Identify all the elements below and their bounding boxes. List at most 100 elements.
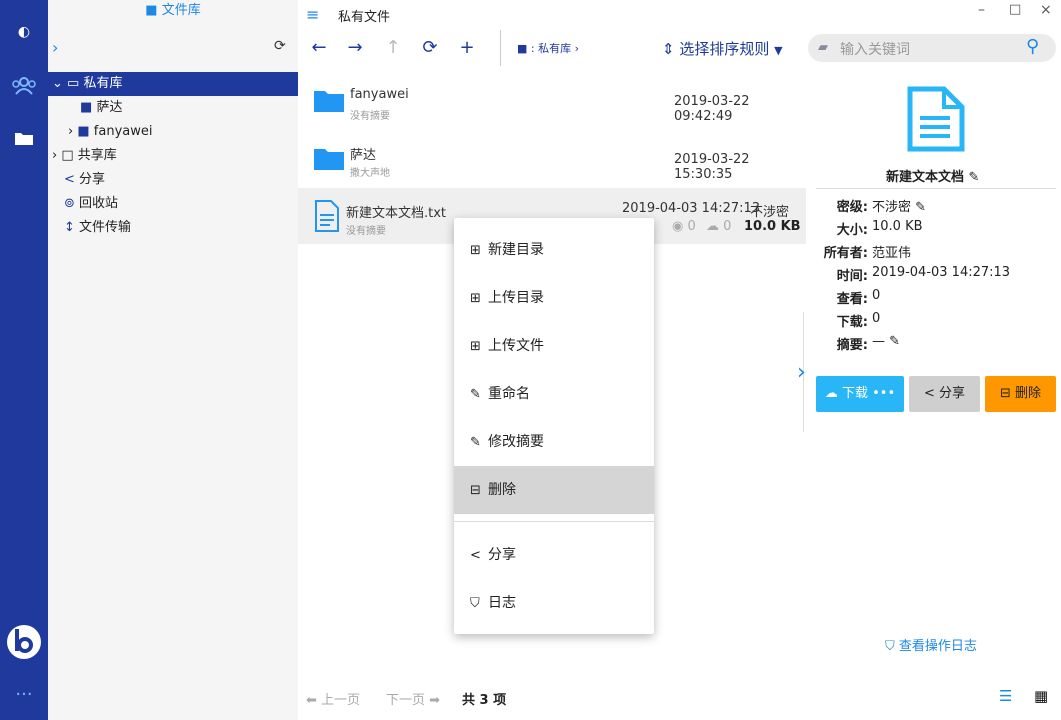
sidebar-item-file-transfer[interactable]: ↕ 文件传输: [48, 216, 298, 240]
close-icon[interactable]: ×: [1040, 2, 1052, 18]
back-arrow-icon[interactable]: ←: [309, 38, 329, 58]
menu-divider: [454, 521, 654, 522]
sidebar-item-share[interactable]: < 分享: [48, 168, 298, 192]
edit-icon: ✎: [470, 435, 481, 450]
sidebar-item-label: 私有库: [83, 76, 123, 91]
eye-icon: ◉: [672, 219, 684, 234]
edit-icon[interactable]: ✎: [915, 200, 926, 215]
total-count: 共 3 项: [462, 693, 507, 708]
list-view-icon[interactable]: ☰: [999, 687, 1012, 705]
file-row[interactable]: 萨达 撒大声地 2019-03-22 15:30:35: [298, 132, 806, 188]
upload-folder-icon: ⊞: [470, 291, 481, 306]
summary-text: —: [872, 334, 885, 349]
secret-label: 密级:: [836, 200, 868, 215]
sort-select[interactable]: ⇕ 选择排序规则 ▼: [662, 38, 783, 59]
file-date: 2019-03-22 15:30:35: [674, 152, 750, 182]
sidebar-item-fanyawei[interactable]: › ■ fanyawei: [48, 120, 298, 144]
menu-item-new-folder[interactable]: ⊞ 新建目录: [454, 226, 654, 274]
expand-icon[interactable]: ›: [52, 38, 58, 57]
file-secret-level: 不涉密: [750, 205, 790, 220]
time-label: 时间:: [836, 269, 868, 284]
menu-item-edit-summary[interactable]: ✎ 修改摘要: [454, 418, 654, 466]
downloads-count: ☁ 0: [706, 219, 731, 234]
menu-item-label: 重命名: [488, 386, 530, 402]
cloud-download-icon: ☁: [706, 219, 719, 234]
view-log-label: 查看操作日志: [898, 639, 977, 654]
sort-icon: ⇕: [662, 40, 675, 58]
prev-page-button[interactable]: ⬅ 上一页: [306, 689, 360, 708]
downloads-value: 0: [723, 219, 732, 234]
search-input[interactable]: 输入关键词: [840, 39, 910, 59]
download-button[interactable]: ☁ 下载 •••: [816, 376, 904, 412]
menu-item-upload-folder[interactable]: ⊞ 上传目录: [454, 274, 654, 322]
globe-icon[interactable]: ◐: [0, 24, 48, 40]
file-size: 10.0 KB: [744, 219, 801, 234]
more-icon: •••: [872, 386, 896, 401]
search-box[interactable]: ▰ 输入关键词 ⚲: [808, 34, 1056, 62]
owner-value: 范亚伟: [872, 246, 912, 261]
users-icon[interactable]: [0, 76, 48, 100]
edit-icon[interactable]: ✎: [889, 334, 900, 349]
more-icon[interactable]: ···: [0, 684, 48, 705]
log-icon: ⛉: [470, 596, 480, 611]
document-icon: [907, 86, 965, 152]
sidebar-item-private-library[interactable]: ⌄ ▭ 私有库: [48, 72, 298, 96]
file-name: fanyawei: [350, 87, 409, 102]
folder-plus-icon: ⊞: [470, 243, 481, 258]
sidebar: ■ 文件库 › ⟳ ⌄ ▭ 私有库 ■ 萨达 › ■ fanyawei › □ …: [48, 0, 298, 720]
chevron-right-icon: ›: [52, 148, 58, 163]
minus-square-icon: ⊟: [470, 483, 481, 498]
page-title: 私有文件: [338, 10, 391, 25]
refresh-icon[interactable]: ⟳: [420, 38, 440, 58]
views-value: 0: [687, 219, 696, 234]
file-date: 2019-04-03 14:27:13: [622, 201, 761, 216]
sidebar-item-shared-library[interactable]: › □ 共享库: [48, 144, 298, 168]
menu-icon[interactable]: ≡: [306, 5, 319, 24]
menu-item-delete[interactable]: ⊟ 删除: [454, 466, 654, 514]
view-log-link[interactable]: ⛉ 查看操作日志: [885, 635, 977, 654]
app-rail: ◐ ···: [0, 0, 48, 720]
sidebar-item-label: fanyawei: [93, 124, 153, 139]
menu-item-log[interactable]: ⛉ 日志: [454, 579, 654, 627]
sidebar-title: ■ 文件库: [48, 2, 298, 20]
book-icon: ▰: [818, 40, 828, 55]
menu-item-rename[interactable]: ✎ 重命名: [454, 370, 654, 418]
maximize-icon[interactable]: □: [1009, 2, 1021, 17]
toolbar-divider: [500, 30, 501, 66]
size-value: 10.0 KB: [872, 219, 923, 234]
menu-item-share[interactable]: < 分享: [454, 531, 654, 579]
refresh-icon[interactable]: ⟳: [274, 38, 286, 54]
share-button[interactable]: < 分享: [909, 376, 980, 412]
size-label: 大小:: [836, 223, 868, 238]
sidebar-item-sada[interactable]: ■ 萨达: [48, 96, 298, 120]
menu-item-upload-file[interactable]: ⊞ 上传文件: [454, 322, 654, 370]
sidebar-item-recycle-bin[interactable]: ⊚ 回收站: [48, 192, 298, 216]
downloads-value: 0: [872, 311, 881, 326]
folder-open-icon: ▭: [67, 76, 80, 91]
chevron-down-icon: ⌄: [52, 76, 63, 91]
trash-icon: ⊚: [64, 196, 75, 211]
folder-icon: [314, 91, 344, 112]
detail-file-name: 新建文本文档 ✎: [886, 166, 979, 185]
folder-icon: [314, 149, 344, 170]
file-row[interactable]: fanyawei 没有摘要 2019-03-22 09:42:49: [298, 72, 806, 128]
search-icon[interactable]: ⚲: [1026, 36, 1039, 57]
chevron-right-icon[interactable]: ›: [797, 360, 806, 385]
file-date: 2019-03-22 09:42:49: [674, 94, 750, 124]
add-icon[interactable]: +: [457, 38, 477, 58]
breadcrumb[interactable]: ■ : 私有库 ›: [517, 40, 579, 56]
views-label: 查看:: [836, 292, 868, 307]
delete-button[interactable]: ⊟ 删除: [985, 376, 1056, 412]
folder-icon[interactable]: [0, 130, 48, 150]
forward-arrow-icon[interactable]: →: [345, 38, 365, 58]
summary-label: 摘要:: [836, 338, 868, 353]
up-arrow-icon[interactable]: ↑: [383, 38, 403, 58]
sidebar-item-label: 回收站: [79, 196, 119, 211]
text-file-icon: [315, 200, 339, 232]
menu-item-label: 分享: [488, 547, 516, 563]
next-page-button[interactable]: 下一页 ➡: [386, 689, 440, 708]
sidebar-item-label: 分享: [79, 172, 106, 187]
grid-view-icon[interactable]: ▦: [1034, 687, 1048, 705]
minimize-icon[interactable]: –: [978, 2, 985, 18]
edit-icon[interactable]: ✎: [969, 170, 980, 185]
